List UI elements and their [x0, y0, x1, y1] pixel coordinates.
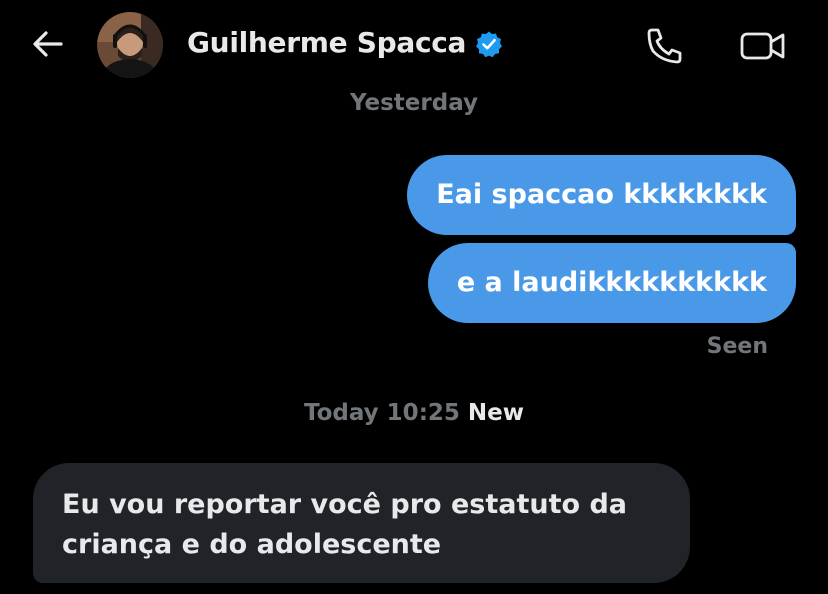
avatar[interactable]	[97, 12, 163, 78]
message-bubble-incoming[interactable]: Eu vou reportar você pro estatuto da cri…	[33, 463, 690, 583]
call-button[interactable]	[643, 24, 687, 68]
video-call-button[interactable]	[738, 24, 788, 68]
avatar-image	[97, 12, 163, 78]
message-bubble-outgoing[interactable]: Eai spaccao kkkkkkkk	[407, 155, 796, 235]
back-button[interactable]	[28, 24, 68, 64]
video-camera-icon	[740, 32, 785, 60]
date-separator-yesterday: Yesterday	[349, 90, 479, 116]
message-bubble-outgoing[interactable]: e a laudikkkkkkkkkk	[427, 243, 796, 323]
back-arrow-icon	[33, 31, 63, 57]
new-messages-badge: New	[467, 400, 525, 426]
phone-icon	[647, 28, 682, 64]
verified-badge-icon	[476, 31, 502, 58]
date-separator-time: Today 10:25	[303, 400, 460, 426]
seen-status: Seen	[706, 334, 768, 359]
verified-badge	[475, 30, 503, 58]
contact-name[interactable]: Guilherme Spacca	[187, 26, 466, 59]
date-separator-today: Today 10:25 New	[0, 400, 828, 426]
conversation-header: Guilherme Spacca	[0, 0, 828, 90]
